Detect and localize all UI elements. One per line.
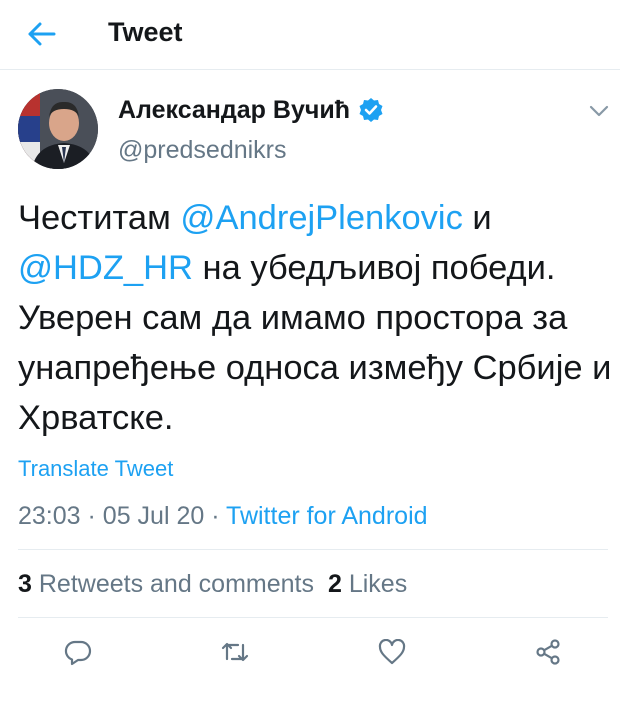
share-button[interactable] (526, 630, 570, 674)
author-row: Александар Вучић (118, 94, 384, 126)
verified-badge-icon (358, 97, 384, 123)
like-icon (378, 639, 406, 665)
page-title: Tweet (108, 17, 183, 47)
divider (18, 549, 608, 550)
arrow-left-icon (28, 22, 56, 46)
tweet-text-part: Честитам (18, 199, 181, 237)
tweet-text-part: и (462, 199, 492, 237)
likes-stat[interactable]: 2 Likes (328, 570, 407, 598)
top-bar: Tweet (0, 0, 620, 70)
more-options-button[interactable] (583, 98, 615, 124)
meta-separator: · (211, 502, 220, 530)
translate-tweet-link[interactable]: Translate Tweet (18, 455, 173, 483)
reply-button[interactable] (56, 630, 100, 674)
action-bar (0, 630, 620, 680)
display-name[interactable]: Александар Вучић (118, 94, 350, 126)
tweet-date: 05 Jul 20 (102, 502, 205, 530)
reply-icon (64, 640, 92, 666)
likes-label: Likes (348, 570, 408, 598)
author-handle[interactable]: @predsednikrs (118, 134, 287, 166)
retweets-label: Retweets and comments (38, 570, 314, 598)
retweet-button[interactable] (213, 630, 257, 674)
chevron-down-icon (589, 105, 609, 117)
retweets-stat[interactable]: 3 Retweets and comments (18, 570, 314, 598)
like-button[interactable] (370, 630, 414, 674)
tweet-time: 23:03 (18, 502, 81, 530)
mention-link[interactable]: @AndrejPlenkovic (180, 199, 462, 237)
meta-separator: · (87, 502, 96, 530)
share-icon (536, 639, 560, 665)
retweets-count: 3 (18, 570, 32, 598)
tweet-meta: 23:03 · 05 Jul 20 · Twitter for Android (18, 500, 428, 532)
back-button[interactable] (22, 14, 62, 54)
tweet-source-link[interactable]: Twitter for Android (226, 502, 427, 530)
mention-link[interactable]: @HDZ_HR (18, 249, 193, 287)
tweet-text: Честитам @AndrejPlenkovic и @HDZ_HR на уб… (18, 193, 613, 443)
tweet-stats: 3 Retweets and comments 2 Likes (18, 568, 407, 600)
avatar[interactable] (18, 89, 98, 169)
retweet-icon (221, 642, 249, 662)
divider (18, 617, 608, 618)
likes-count: 2 (327, 570, 342, 598)
